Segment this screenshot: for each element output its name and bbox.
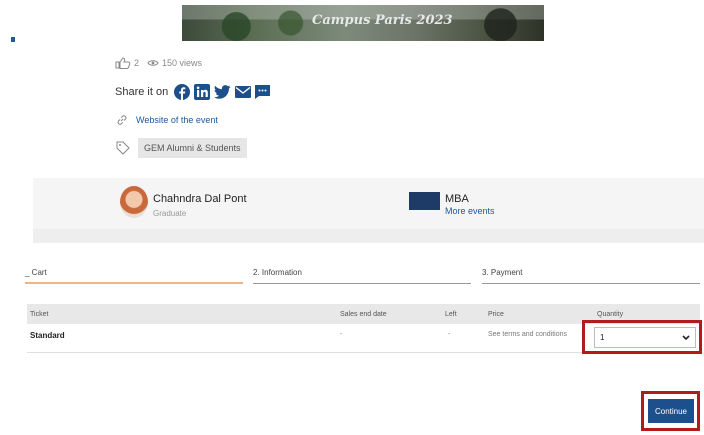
eye-icon (147, 60, 159, 66)
organizer-band-footer (33, 229, 704, 243)
email-icon[interactable] (235, 86, 252, 98)
more-events-link[interactable]: More events (445, 206, 495, 216)
link-icon (117, 115, 127, 125)
organizer-name[interactable]: Chahndra Dal Pont (153, 193, 247, 205)
chat-icon[interactable] (255, 85, 271, 99)
website-link-text[interactable]: Website of the event (136, 115, 218, 125)
event-banner-title: Campus Paris 2023 (312, 13, 453, 28)
step-information[interactable]: 2. Information (253, 268, 302, 277)
ticket-name: Standard (30, 331, 65, 340)
likes-count: 2 (134, 58, 140, 68)
audience-tag-row: GEM Alumni & Students (116, 138, 247, 158)
facebook-icon[interactable] (174, 84, 191, 100)
event-stats: 2 150 views (115, 57, 202, 69)
header-left: Left (445, 311, 457, 318)
header-price: Price (488, 311, 504, 318)
sales-end-date: - (340, 331, 343, 338)
event-banner-image: Campus Paris 2023 (182, 5, 544, 41)
share-bar: Share it on (115, 84, 271, 100)
tickets-left: - (448, 331, 451, 338)
step-cart[interactable]: _ Cart (25, 268, 47, 277)
header-sales-end-date: Sales end date (340, 311, 387, 318)
tag-icon (116, 141, 130, 155)
views-count: 150 views (162, 58, 203, 68)
continue-button[interactable]: Continue (648, 399, 694, 423)
organizer-role: Graduate (153, 209, 187, 218)
website-link[interactable]: Website of the event (116, 114, 218, 126)
step-payment-underline (482, 283, 700, 284)
twitter-icon[interactable] (214, 85, 231, 99)
share-label: Share it on (115, 86, 169, 98)
header-quantity: Quantity (597, 311, 624, 318)
chevron-down-icon (682, 334, 690, 340)
terms-link[interactable]: See terms and conditions (488, 331, 567, 338)
program-logo[interactable] (409, 192, 440, 210)
step-cart-underline (25, 282, 243, 284)
step-payment[interactable]: 3. Payment (482, 268, 522, 277)
thumbs-up-icon[interactable] (115, 57, 131, 69)
quantity-value: 1 (600, 333, 605, 342)
edge-marker (11, 37, 15, 42)
quantity-select[interactable]: 1 (594, 327, 696, 348)
step-information-underline (253, 283, 471, 284)
program-name: MBA (445, 193, 469, 205)
audience-tag[interactable]: GEM Alumni & Students (138, 138, 247, 158)
linkedin-icon[interactable] (194, 84, 211, 100)
header-ticket: Ticket (30, 311, 49, 318)
avatar[interactable] (120, 186, 148, 218)
